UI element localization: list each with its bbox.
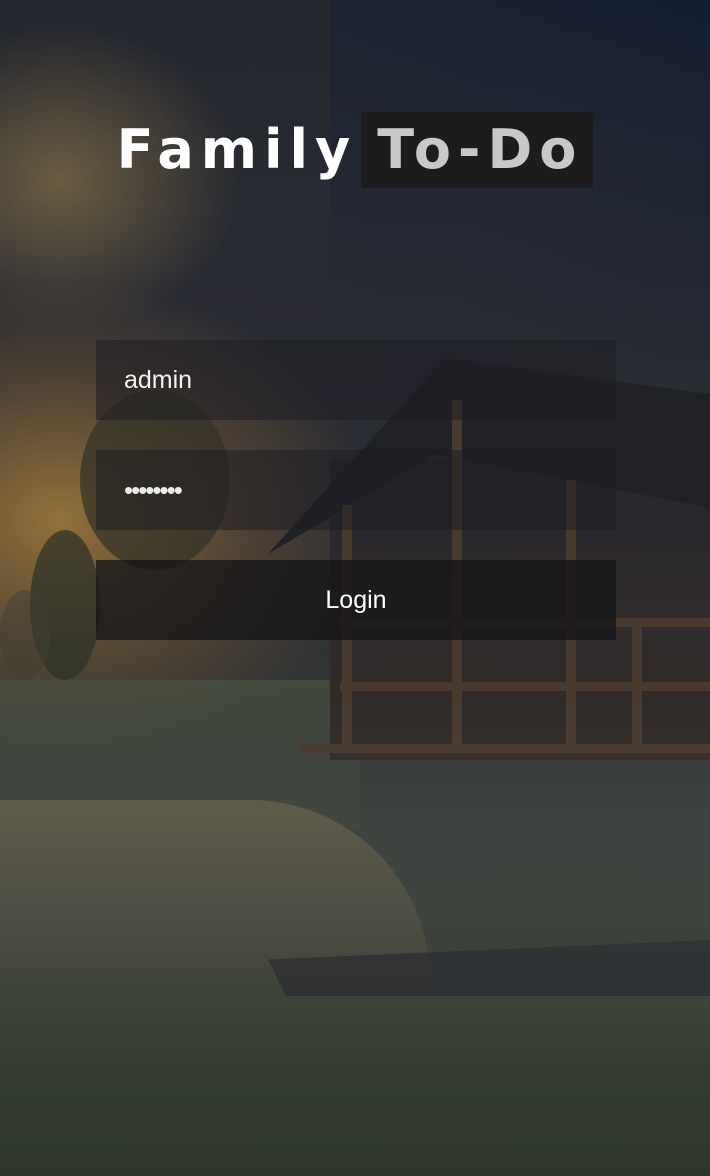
password-masked-value: ••••••••	[124, 474, 183, 505]
app-title-family: Family	[116, 118, 358, 181]
app-title-todo: To-Do	[361, 112, 594, 188]
username-input[interactable]: admin	[96, 340, 616, 420]
login-button-label: Login	[325, 585, 387, 614]
username-value: admin	[124, 365, 193, 394]
login-button[interactable]: Login	[96, 560, 616, 640]
password-input[interactable]: ••••••••	[96, 450, 616, 530]
app-title: Family To-Do	[0, 112, 710, 188]
